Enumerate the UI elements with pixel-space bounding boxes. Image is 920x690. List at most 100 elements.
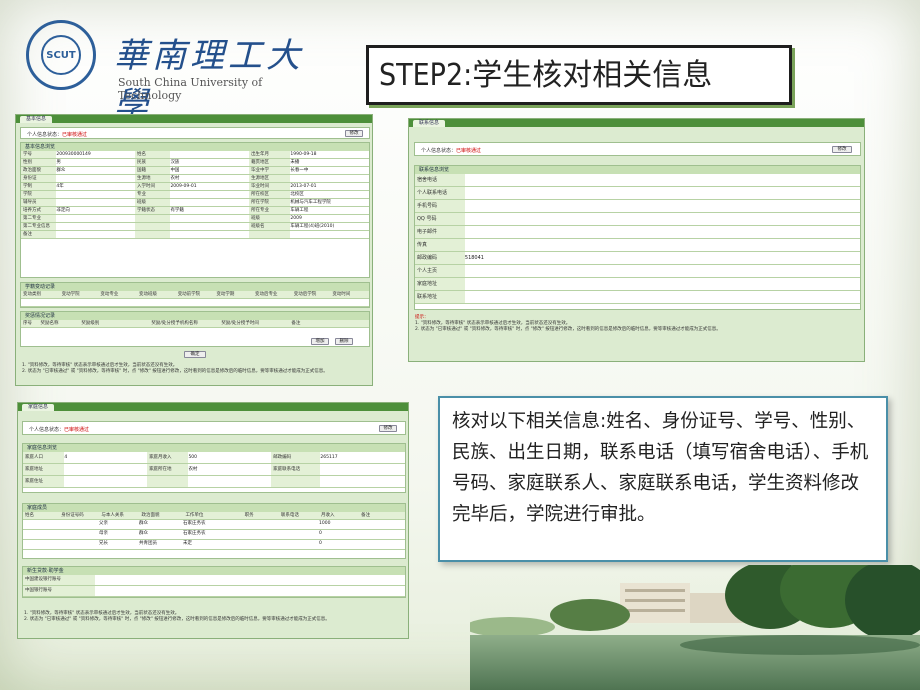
- field-value: [23, 530, 59, 539]
- field-label: 家庭地址: [415, 278, 465, 290]
- contact-info-table: 宿舍电话 个人联系电话 手机号码 QQ 号码 电子邮件 传真 邮政编码 518041 个人主页家…: [415, 174, 860, 304]
- field-value: [170, 151, 250, 158]
- field-value: [249, 299, 287, 306]
- field-label: 第二专业信息: [21, 223, 57, 230]
- tab-family-info[interactable]: 家庭信息: [22, 404, 55, 411]
- field-label: 学制: [21, 183, 57, 190]
- table-row: 姓名 身份证号码 与本人关系 政治面貌 工作单位 职务 联系电话 月收入 备注: [23, 512, 405, 520]
- field-value: 4年: [56, 183, 136, 190]
- field-value: [59, 530, 99, 539]
- tab-contact-info[interactable]: 联系信息: [413, 120, 446, 127]
- field-value: 群众: [56, 167, 136, 174]
- field-value: [464, 278, 860, 290]
- field-label: 家庭地址: [23, 464, 65, 475]
- field-label: 性别: [21, 159, 57, 166]
- table-row: 兄长 共青团员 未定 0: [23, 540, 405, 550]
- field-label: 民族: [135, 159, 171, 166]
- field-label: 入学时间: [135, 183, 171, 190]
- field-value: 200930000149: [56, 151, 136, 158]
- status-text: 个人信息状态：已审核通过: [29, 427, 90, 433]
- field-value: [464, 291, 860, 303]
- field-label: 宿舍电话: [415, 174, 465, 186]
- confirm-button[interactable]: 确定: [184, 351, 206, 358]
- field-value: 石家庄务农: [183, 520, 243, 529]
- field-value: 群众: [139, 520, 183, 529]
- field-label: 家庭联系电话: [271, 464, 321, 475]
- panel-title: 家庭信息浏览: [23, 444, 405, 452]
- field-value: [170, 215, 250, 222]
- field-value: 1990-09-18: [290, 151, 369, 158]
- family-info-table: 家庭人口 4 家庭月收入 500 邮政编码 265117 家庭地址 家庭所在地 农村 家庭联系电话…: [23, 452, 406, 488]
- field-value: 车辆工程: [290, 207, 369, 214]
- basic-info-screenshot: 基本信息 个人信息状态：已审核通过 修改 基本信息浏览 学号 2009300001…: [15, 114, 373, 386]
- bank-panel: 新生贷款·助学金 中国建设银行账号 中国银行账号: [22, 566, 406, 598]
- field-value: 2009: [290, 215, 369, 222]
- field-value: [243, 520, 279, 529]
- field-label: [135, 231, 171, 238]
- field-value: [290, 231, 369, 238]
- field-value: [97, 299, 135, 306]
- field-value: [290, 175, 369, 182]
- field-value: 518041: [464, 252, 860, 264]
- field-label: 电子邮件: [415, 226, 465, 238]
- table-row: 家庭人口 4 家庭月收入 500 邮政编码 265117: [23, 452, 406, 464]
- field-label: 第二专业: [21, 215, 57, 222]
- table-row: 第二专业 班级 2009: [21, 215, 369, 223]
- field-value: 非定向: [56, 207, 136, 214]
- table-row: 学院 专业 所在校区 北校区: [21, 191, 369, 199]
- field-label: 奖励/处分授予机构名称: [149, 320, 220, 327]
- modify-button[interactable]: 修改: [345, 130, 363, 137]
- modify-button[interactable]: 修改: [379, 425, 397, 432]
- field-label: QQ 号码: [415, 213, 465, 225]
- notes: 1. "资料修改，等待审核" 状态表示审核通过后才生效，当前状态还没有生效。 2…: [24, 611, 330, 622]
- field-label: 工作单位: [183, 512, 243, 519]
- field-value: 未定: [183, 540, 243, 549]
- field-value: [173, 299, 211, 306]
- field-label: 备注: [359, 512, 405, 519]
- table-row: 宿舍电话: [415, 174, 860, 187]
- field-label: 变动后学院: [291, 291, 331, 298]
- field-value: 农村: [170, 175, 250, 182]
- table-row: 联系地址: [415, 291, 860, 304]
- panel-title: 学籍变动记录: [21, 283, 369, 291]
- tab-basic-info[interactable]: 基本信息: [20, 116, 53, 123]
- field-label: 政治面貌: [21, 167, 57, 174]
- field-value: [359, 520, 405, 529]
- award-table: 序号 奖励名称 奖励级别 奖励/处分授予机构名称 奖励/处分授予时间 备注: [21, 320, 370, 328]
- field-value: 4: [64, 452, 148, 463]
- field-value: [94, 586, 405, 596]
- field-value: 0: [319, 540, 359, 549]
- field-value: [170, 191, 250, 198]
- field-value: 0: [319, 530, 359, 539]
- university-logo: SCUT 華南理工大學 South China University of Te…: [22, 14, 322, 125]
- table-row: 母亲 群众 石家庄务农 0: [23, 530, 405, 540]
- table-row: 变动类别 变动学院 变动专业 变动班级 变动前学院 变动学期 变动后专业 变动后学院 变动时间: [21, 291, 370, 299]
- field-label: 个人联系电话: [415, 187, 465, 199]
- field-label: 中国建设银行账号: [23, 575, 95, 585]
- add-button[interactable]: 增加: [311, 338, 329, 345]
- table-row: 学制 4年 入学时间 2009-09-01 毕业时间 2013-07-01: [21, 183, 369, 191]
- table-row: 学号 200930000149 姓名 出生年月 1990-09-18: [21, 151, 369, 159]
- delete-button[interactable]: 删除: [335, 338, 353, 345]
- table-row: 中国银行账号: [23, 586, 405, 597]
- field-label: 身份证号码: [59, 512, 100, 519]
- field-label: [271, 476, 321, 487]
- field-value: [59, 520, 99, 529]
- bank-table: 中国建设银行账号 中国银行账号: [23, 575, 405, 597]
- field-label: 培养方式: [21, 207, 57, 214]
- table-row: 中国建设银行账号: [23, 575, 405, 586]
- field-value: [23, 520, 59, 529]
- table-row: 传真: [415, 239, 860, 252]
- field-value: [56, 231, 136, 238]
- field-value: [243, 540, 279, 549]
- field-value: 1000: [319, 520, 359, 529]
- table-row: 性别男民族 汉族 籍贯地区 未播: [21, 159, 369, 167]
- field-label: 姓名: [23, 512, 60, 519]
- field-label: 个人主页: [415, 265, 465, 277]
- field-value: [359, 540, 405, 549]
- modify-button[interactable]: 修改: [832, 146, 852, 153]
- field-value: [464, 187, 860, 199]
- field-value: [56, 191, 136, 198]
- table-row: 身份证 生源地 农村 生源地区: [21, 175, 369, 183]
- field-label: 家庭人口: [23, 452, 65, 463]
